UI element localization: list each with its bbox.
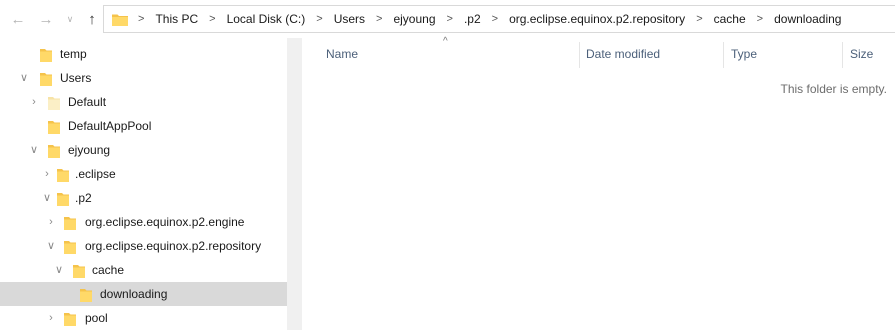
chevron-right-icon[interactable]: › xyxy=(45,312,57,324)
folder-icon xyxy=(40,49,52,62)
breadcrumb-downloading[interactable]: downloading xyxy=(771,12,844,26)
breadcrumb-separator[interactable]: > xyxy=(308,13,330,25)
breadcrumb-separator[interactable]: > xyxy=(439,13,461,25)
tree-item-pool[interactable]: › pool xyxy=(0,306,287,330)
tree-item-p2[interactable]: ∨ .p2 xyxy=(0,186,287,210)
breadcrumb-separator[interactable]: > xyxy=(201,13,223,25)
folder-icon xyxy=(80,289,92,302)
breadcrumb-separator[interactable]: > xyxy=(130,13,152,25)
column-header-name[interactable]: Name xyxy=(326,38,358,69)
column-header-size[interactable]: Size xyxy=(850,38,873,69)
chevron-down-icon[interactable]: ∨ xyxy=(45,240,57,252)
back-button[interactable]: ← xyxy=(8,9,28,29)
folder-icon xyxy=(40,73,52,86)
chevron-right-icon[interactable]: › xyxy=(45,216,57,228)
tree-item-defaultapppool[interactable]: DefaultAppPool xyxy=(0,114,287,138)
breadcrumb-ejyoung[interactable]: ejyoung xyxy=(390,12,438,26)
breadcrumb-separator[interactable]: > xyxy=(688,13,710,25)
tree-item-label: org.eclipse.equinox.p2.repository xyxy=(85,239,262,253)
tree-item-ejyoung[interactable]: ∨ ejyoung xyxy=(0,138,287,162)
tree-item-downloading[interactable]: downloading xyxy=(0,282,287,306)
chevron-down-icon[interactable]: ∨ xyxy=(41,192,53,204)
tree-item-p2-engine[interactable]: › org.eclipse.equinox.p2.engine xyxy=(0,210,287,234)
tree-item-label: .p2 xyxy=(75,191,92,205)
tree-item-label: DefaultAppPool xyxy=(68,119,152,133)
column-header-label: Date modified xyxy=(586,46,661,61)
forward-arrow-icon: → xyxy=(38,10,54,28)
column-header-label: Type xyxy=(731,46,758,61)
folder-icon xyxy=(64,217,76,230)
tree-item-label: downloading xyxy=(100,287,168,301)
breadcrumb-separator[interactable]: > xyxy=(484,13,506,25)
column-header-label: Name xyxy=(326,46,359,61)
tree-expander-placeholder xyxy=(28,120,40,132)
folder-icon xyxy=(64,241,76,254)
tree-item-label: ejyoung xyxy=(68,143,111,157)
folder-icon xyxy=(57,193,69,206)
address-bar[interactable]: > This PC > Local Disk (C:) > Users > ej… xyxy=(103,5,895,33)
folder-icon xyxy=(48,121,60,134)
tree-item-users[interactable]: ∨ Users xyxy=(0,66,287,90)
chevron-down-icon[interactable]: ∨ xyxy=(28,144,40,156)
tree-item-eclipse[interactable]: › .eclipse xyxy=(0,162,287,186)
navigation-bar: ← → ∨ ↑ > This PC > Local Disk (C:) > Us… xyxy=(0,0,895,38)
up-button[interactable]: ↑ xyxy=(82,9,102,29)
column-header-date-modified[interactable]: Date modified xyxy=(586,38,660,69)
forward-button[interactable]: → xyxy=(36,9,56,29)
breadcrumb-users[interactable]: Users xyxy=(331,12,368,26)
tree-item-p2-repository[interactable]: ∨ org.eclipse.equinox.p2.repository xyxy=(0,234,287,258)
folder-icon xyxy=(48,97,60,110)
tree-item-cache[interactable]: ∨ cache xyxy=(0,258,287,282)
chevron-right-icon[interactable]: › xyxy=(41,168,53,180)
up-arrow-icon: ↑ xyxy=(88,10,96,28)
column-divider[interactable] xyxy=(579,42,580,68)
tree-pane-scrollbar[interactable] xyxy=(287,38,302,330)
tree-item-default[interactable]: › Default xyxy=(0,90,287,114)
breadcrumb-cache[interactable]: cache xyxy=(711,12,749,26)
tree-item-label: org.eclipse.equinox.p2.engine xyxy=(85,215,245,229)
column-divider[interactable] xyxy=(723,42,724,68)
breadcrumb-this-pc[interactable]: This PC xyxy=(152,12,201,26)
tree-expander-placeholder xyxy=(18,48,30,60)
folder-icon xyxy=(48,145,60,158)
column-divider[interactable] xyxy=(842,42,843,68)
folder-icon xyxy=(112,14,128,26)
tree-item-label: cache xyxy=(92,263,125,277)
sort-indicator-icon: ^ xyxy=(443,36,448,47)
column-header-label: Size xyxy=(850,46,874,61)
chevron-down-icon: ∨ xyxy=(66,13,74,24)
folder-icon xyxy=(57,169,69,182)
breadcrumb-separator[interactable]: > xyxy=(749,13,771,25)
breadcrumb-separator[interactable]: > xyxy=(368,13,390,25)
tree-item-label: Default xyxy=(68,95,107,109)
breadcrumb-p2[interactable]: .p2 xyxy=(461,12,484,26)
tree-item-label: .eclipse xyxy=(75,167,116,181)
column-header-type[interactable]: Type xyxy=(731,38,757,69)
chevron-down-icon[interactable]: ∨ xyxy=(53,264,65,276)
tree-item-label: Users xyxy=(60,71,92,85)
empty-folder-message: This folder is empty. xyxy=(780,82,887,96)
recent-locations-button[interactable]: ∨ xyxy=(60,9,80,29)
tree-item-label: temp xyxy=(60,47,87,61)
tree-item-temp[interactable]: temp xyxy=(0,42,287,66)
file-list-pane[interactable]: ^ Name Date modified Type Size This fold… xyxy=(302,36,895,330)
chevron-down-icon[interactable]: ∨ xyxy=(18,72,30,84)
back-arrow-icon: ← xyxy=(10,10,26,28)
breadcrumb-repository[interactable]: org.eclipse.equinox.p2.repository xyxy=(506,12,688,26)
navigation-tree: temp ∨ Users › Default DefaultAppPool ∨ ejy… xyxy=(0,38,287,330)
tree-item-label: pool xyxy=(85,311,108,325)
folder-icon xyxy=(64,313,76,326)
breadcrumb-local-disk[interactable]: Local Disk (C:) xyxy=(224,12,309,26)
chevron-right-icon[interactable]: › xyxy=(28,96,40,108)
folder-icon xyxy=(73,265,85,278)
tree-expander-placeholder xyxy=(64,288,76,300)
